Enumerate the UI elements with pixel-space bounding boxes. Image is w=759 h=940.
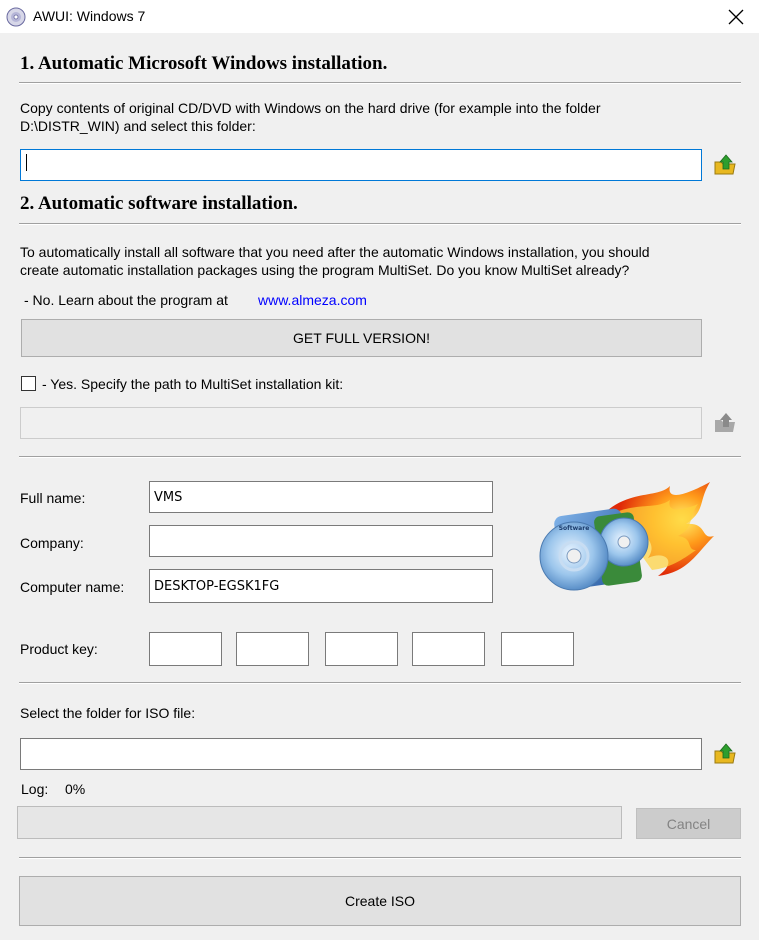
- product-key-field-3[interactable]: [325, 632, 398, 666]
- browse-folder-icon[interactable]: [713, 153, 737, 177]
- almeza-link[interactable]: www.almeza.com: [258, 291, 367, 309]
- full-name-input[interactable]: [149, 481, 493, 513]
- product-key-field-4[interactable]: [412, 632, 485, 666]
- section1-title: 1. Automatic Microsoft Windows installat…: [20, 53, 388, 74]
- divider: [19, 456, 741, 458]
- yes-option-text: - Yes. Specify the path to MultiSet inst…: [42, 376, 344, 392]
- browse-folder-icon[interactable]: [713, 742, 737, 766]
- computer-name-label: Computer name:: [20, 579, 125, 595]
- cd-icon: [6, 7, 26, 27]
- create-iso-button[interactable]: Create ISO: [19, 876, 741, 926]
- divider: [19, 82, 741, 84]
- divider: [19, 857, 741, 859]
- log-label: Log:: [21, 781, 49, 797]
- divider: [19, 223, 741, 225]
- product-key-label: Product key:: [20, 641, 98, 657]
- windows-folder-input[interactable]: [20, 149, 702, 181]
- cancel-button[interactable]: Cancel: [636, 808, 741, 839]
- close-icon: [728, 9, 744, 24]
- section1-description-line1: Copy contents of original CD/DVD with Wi…: [20, 100, 601, 116]
- product-key-field-1[interactable]: [149, 632, 222, 666]
- multiset-checkbox[interactable]: [21, 376, 36, 391]
- title-bar: AWUI: Windows 7: [0, 0, 759, 33]
- software-disc-logo: Software: [539, 482, 714, 591]
- product-key-field-5[interactable]: [501, 632, 574, 666]
- full-name-label: Full name:: [20, 490, 86, 506]
- iso-folder-input[interactable]: [20, 738, 702, 770]
- close-button[interactable]: [713, 0, 759, 33]
- computer-name-input[interactable]: [149, 569, 493, 603]
- divider: [19, 682, 741, 684]
- iso-folder-label: Select the folder for ISO file:: [20, 705, 196, 721]
- no-option-text: - No. Learn about the program at: [24, 292, 228, 308]
- company-input[interactable]: [149, 525, 493, 557]
- product-key-field-2[interactable]: [236, 632, 309, 666]
- log-progress-text: 0%: [65, 781, 86, 797]
- section2-description-line2: create automatic installation packages u…: [20, 262, 630, 278]
- section1-description-line2: D:\DISTR_WIN) and select this folder:: [20, 118, 256, 134]
- text-caret: [26, 154, 27, 171]
- company-label: Company:: [20, 535, 84, 551]
- browse-folder-disabled-icon: [715, 413, 735, 432]
- multiset-path-input: [20, 407, 702, 439]
- progress-bar: [17, 806, 622, 839]
- section2-title: 2. Automatic software installation.: [20, 193, 298, 214]
- window-title: AWUI: Windows 7: [33, 8, 146, 24]
- section2-description-line1: To automatically install all software th…: [20, 244, 650, 260]
- get-full-version-button[interactable]: GET FULL VERSION!: [21, 319, 702, 357]
- logo-label: Software: [559, 525, 590, 532]
